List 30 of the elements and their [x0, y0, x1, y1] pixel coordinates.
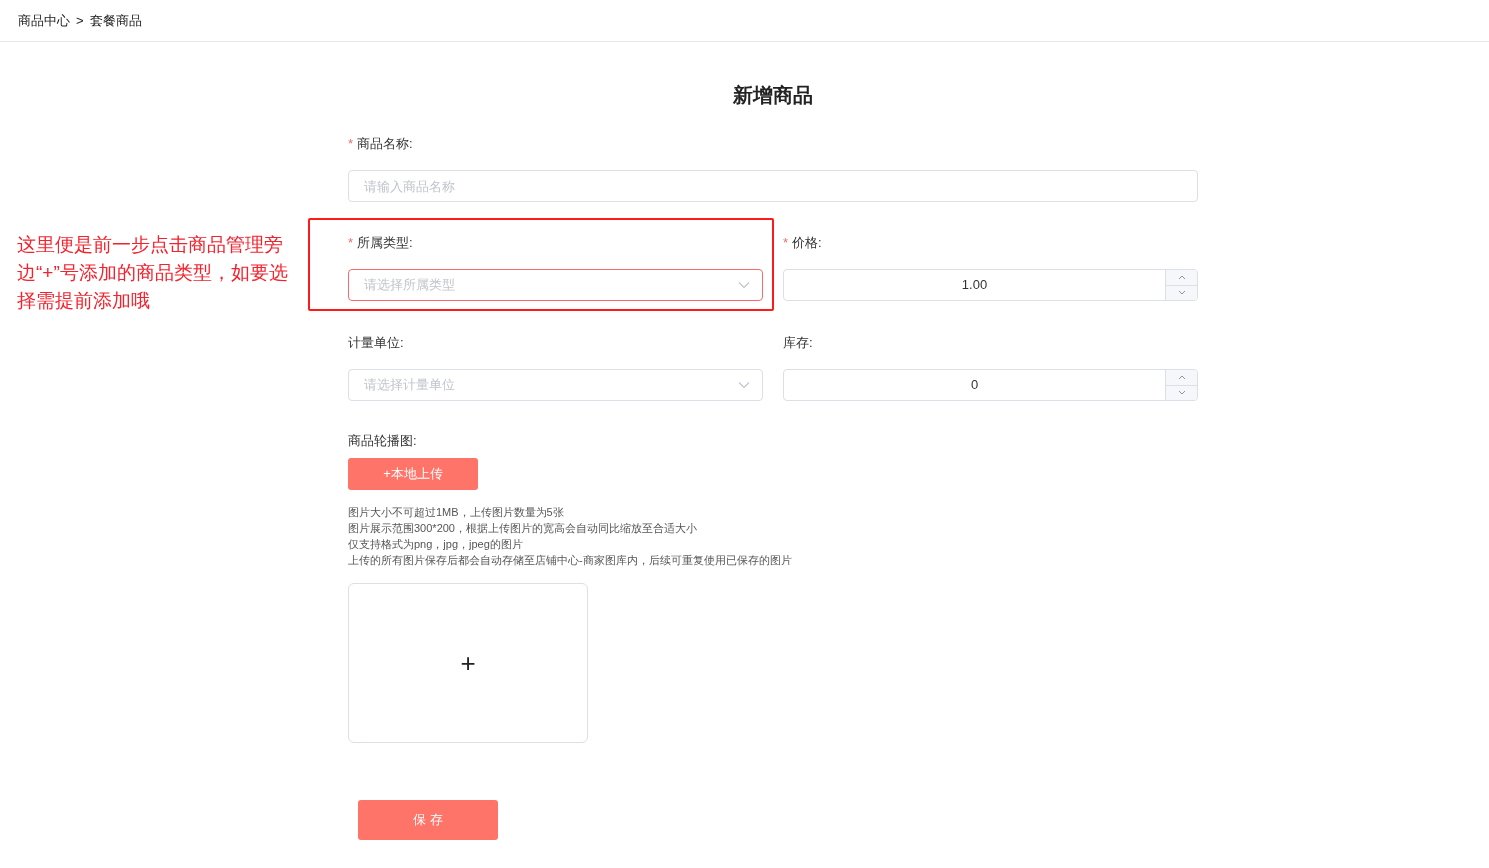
- number-input[interactable]: 1.00: [783, 269, 1198, 301]
- input-value: 1.00: [960, 276, 989, 295]
- field-label: 商品名称:: [357, 135, 413, 154]
- required-mark: *: [348, 135, 354, 154]
- upload-hint: 图片大小不可超过1MB，上传图片数量为5张: [348, 505, 565, 520]
- chevron-down-icon: [1176, 289, 1187, 297]
- breadcrumb-separator: >: [76, 11, 84, 30]
- upload-hint: 图片展示范围300*200，根据上传图片的宽高会自动同比缩放至合适大小: [348, 521, 698, 536]
- required-mark: *: [348, 234, 354, 253]
- field-label: 价格:: [792, 234, 822, 253]
- field-label: 库存:: [783, 334, 813, 353]
- chevron-up-icon: [1176, 373, 1187, 381]
- breadcrumb-link[interactable]: 套餐商品: [89, 10, 142, 31]
- annotation-text: 这里便是前一步点击商品管理旁边“+”号添加的商品类型，如要选择需提前添加哦: [17, 233, 289, 313]
- chevron-up-icon: [1176, 273, 1187, 281]
- number-input[interactable]: 0: [783, 369, 1198, 401]
- field-label: 计量单位:: [348, 334, 404, 353]
- chevron-down-icon: [1176, 389, 1187, 397]
- upload-hint: 上传的所有图片保存后都会自动存储至店铺中心-商家图库内，后续可重复使用已保存的图片: [348, 553, 793, 568]
- upload-hint: 仅支持格式为png，jpg，jpeg的图片: [348, 537, 524, 552]
- input-value: 0: [969, 376, 980, 395]
- image-upload-area[interactable]: +: [348, 583, 588, 743]
- field-label: 所属类型:: [357, 234, 413, 253]
- text-input[interactable]: 请输入商品名称: [348, 170, 1198, 202]
- chevron-down-icon: [738, 281, 750, 289]
- chevron-down-icon: [738, 381, 750, 389]
- required-mark: *: [783, 234, 789, 253]
- field-label: 商品轮播图:: [348, 432, 418, 450]
- page-title: 新增商品: [731, 83, 814, 108]
- breadcrumb-link[interactable]: 商品中心: [18, 10, 70, 31]
